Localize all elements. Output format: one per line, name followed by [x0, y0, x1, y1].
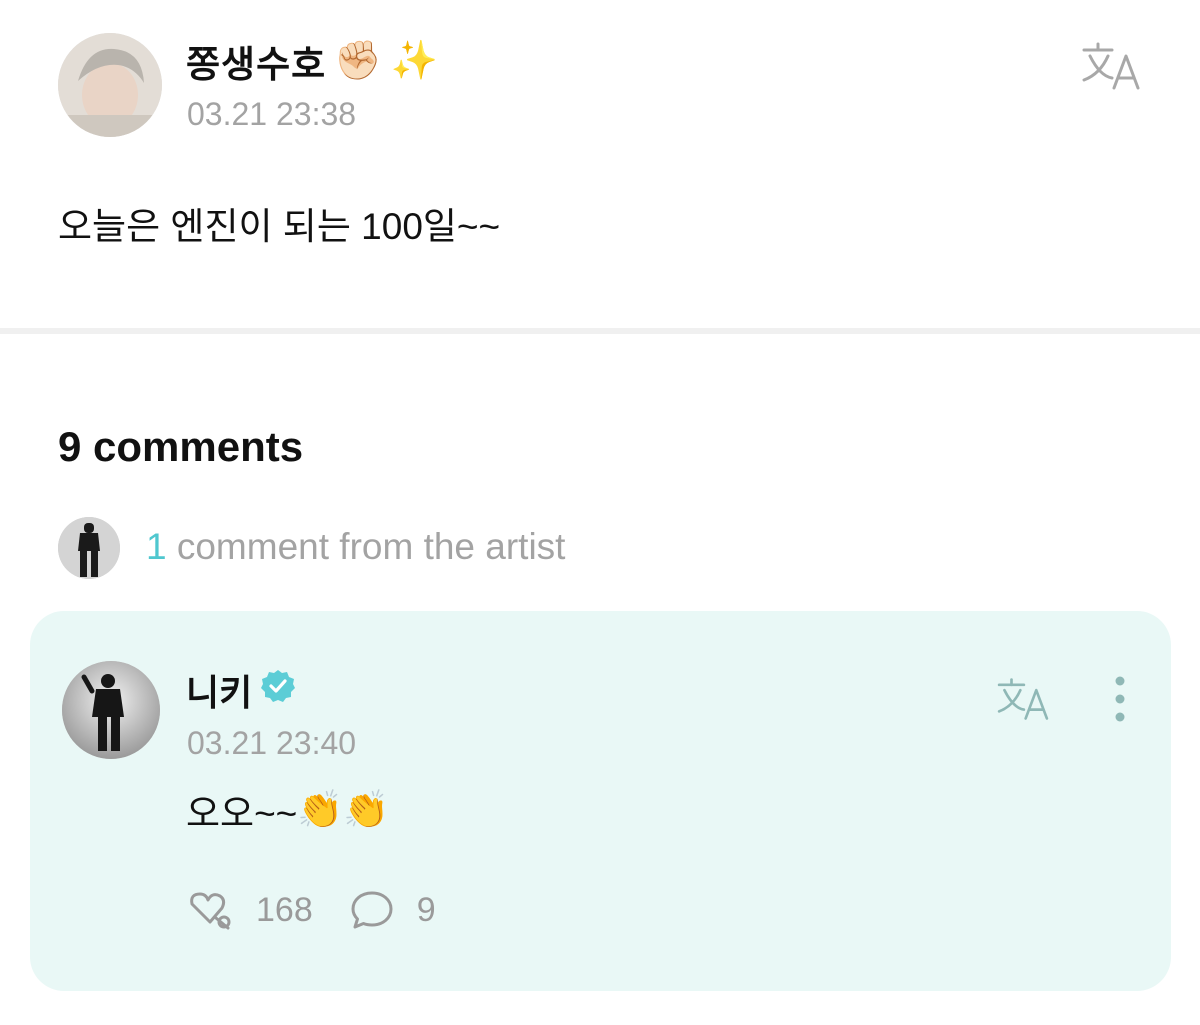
post-timestamp: 03.21 23:38: [187, 96, 357, 132]
author-name[interactable]: 쫑생수호 ✊🏻 ✨: [186, 34, 439, 88]
more-options-icon[interactable]: [1110, 673, 1130, 725]
commenter-name[interactable]: 니키: [186, 664, 296, 716]
reply-bubble-icon: [351, 891, 393, 929]
artist-comment-card: 니키 03.21 23:40 오오~~ 👏👏 168 9: [30, 611, 1171, 991]
clapping-hands-emoji: 👏👏: [297, 788, 390, 830]
post-text: 오늘은 엔진이 되는 100일~~: [58, 206, 501, 247]
post: 쫑생수호 ✊🏻 ✨ 03.21 23:38 오늘은 엔진이 되는 100일~~: [0, 0, 1200, 330]
section-divider: [0, 328, 1200, 334]
translate-icon[interactable]: [1080, 40, 1142, 92]
comment-actions: 168 9: [186, 885, 436, 935]
like-icon: [190, 892, 231, 930]
comment-text: 오오~~ 👏👏: [186, 788, 390, 835]
commenter-avatar[interactable]: [62, 661, 160, 759]
artist-comments-label: 1 comment from the artist: [146, 526, 566, 567]
sparkles-emoji: ✨: [390, 40, 439, 82]
reply-button[interactable]: 9: [349, 888, 436, 932]
comment-timestamp: 03.21 23:40: [187, 725, 357, 761]
translate-icon[interactable]: [994, 676, 1052, 722]
comments-count-heading: 9 comments: [58, 423, 304, 470]
like-button[interactable]: 168: [186, 888, 313, 932]
fist-emoji: ✊🏻: [334, 40, 383, 82]
verified-badge-icon: [260, 668, 296, 713]
reply-count: 9: [416, 890, 436, 929]
artist-mini-avatar: [58, 517, 120, 579]
artist-comment-count: 1: [146, 526, 167, 567]
author-avatar[interactable]: [58, 33, 162, 137]
artist-comments-filter[interactable]: 1 comment from the artist: [58, 517, 758, 579]
like-count: 168: [256, 890, 313, 929]
